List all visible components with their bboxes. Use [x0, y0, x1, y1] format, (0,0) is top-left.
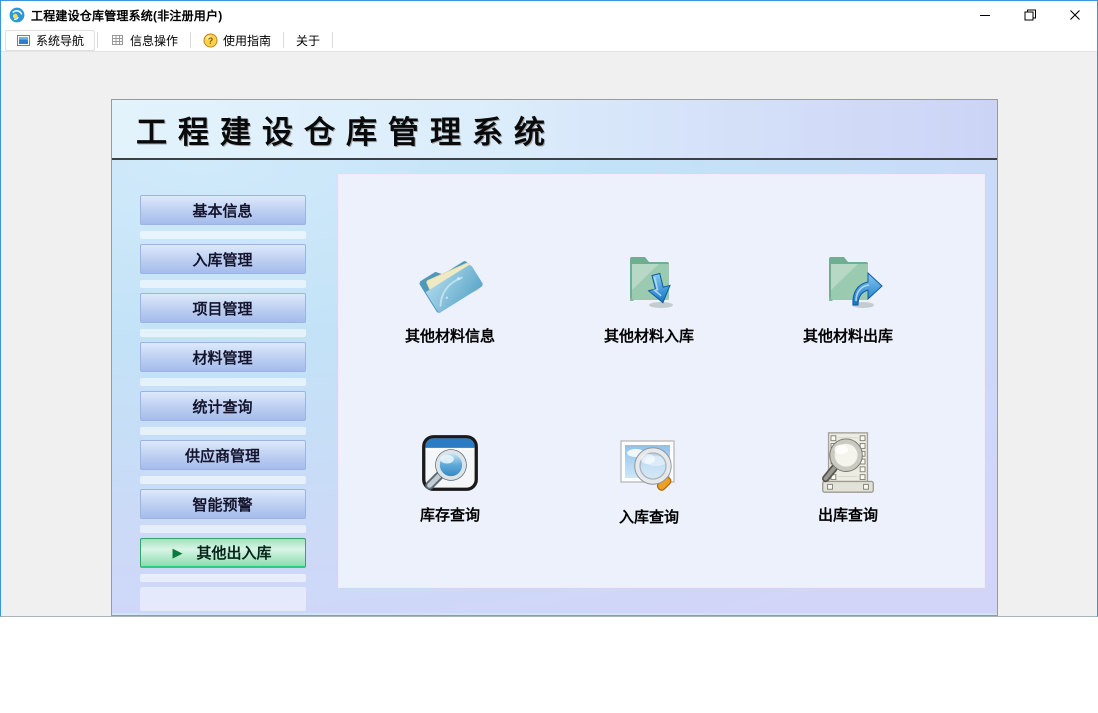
sidebar-divider-strip — [139, 329, 306, 337]
svg-text:?: ? — [208, 36, 214, 46]
sidebar-divider-strip — [139, 231, 306, 239]
sidebar: 基本信息 入库管理 项目管理 材料管理 统计查询 供应商管理 智能预警 ▶ 其他… — [112, 160, 333, 613]
page-title: 工程建设仓库管理系统 — [136, 114, 556, 150]
shortcut-inbound-query[interactable]: 入库查询 — [564, 428, 734, 611]
sidebar-item-other-inout[interactable]: ▶ 其他出入库 — [139, 538, 306, 568]
sidebar-item-label: 入库管理 — [192, 251, 253, 269]
panel-body: 基本信息 入库管理 项目管理 材料管理 统计查询 供应商管理 智能预警 ▶ 其他… — [112, 160, 997, 613]
app-window: 工程建设仓库管理系统(非注册用户) 系统导航 信息操作 ? 使用指南 关于 工程… — [0, 0, 1098, 617]
sidebar-item-inbound-mgmt[interactable]: 入库管理 — [139, 244, 306, 274]
sidebar-item-label: 其他出入库 — [196, 545, 272, 562]
help-icon: ? — [203, 33, 218, 47]
sidebar-divider-strip — [139, 525, 306, 533]
menu-separator — [283, 32, 285, 48]
menu-item-info-ops[interactable]: 信息操作 — [100, 30, 188, 51]
sidebar-item-label: 基本信息 — [192, 202, 253, 220]
sidebar-item-label: 统计查询 — [192, 398, 253, 416]
sidebar-item-material-mgmt[interactable]: 材料管理 — [139, 342, 306, 372]
shortcut-label: 出库查询 — [817, 507, 878, 524]
grid-icon — [112, 34, 124, 45]
menu-separator — [332, 32, 334, 48]
sidebar-divider-strip — [139, 427, 306, 435]
shortcut-label: 其他材料出库 — [802, 328, 893, 345]
shortcut-label: 其他材料入库 — [603, 328, 694, 345]
menu-item-label: 使用指南 — [223, 33, 272, 48]
sidebar-divider-strip — [139, 476, 306, 484]
shortcut-inventory-query[interactable]: 库存查询 — [365, 428, 535, 611]
sidebar-item-project-mgmt[interactable]: 项目管理 — [139, 293, 306, 323]
sidebar-item-label: 供应商管理 — [184, 447, 260, 465]
menu-item-label: 信息操作 — [130, 33, 179, 48]
sidebar-divider-strip — [139, 378, 306, 386]
shortcut-outbound-query[interactable]: 出库查询 — [763, 428, 933, 611]
app-logo-icon — [9, 7, 25, 23]
sidebar-item-supplier-mgmt[interactable]: 供应商管理 — [139, 440, 306, 470]
window-title: 工程建设仓库管理系统(非注册用户) — [31, 8, 223, 23]
photo-magnifier-icon — [620, 440, 675, 491]
sidebar-item-label: 项目管理 — [192, 300, 253, 318]
shortcut-label: 库存查询 — [419, 507, 480, 524]
active-arrow-icon: ▶ — [172, 545, 183, 560]
shortcut-other-material-info[interactable]: 其他材料信息 — [365, 245, 535, 428]
close-icon — [1069, 10, 1080, 20]
shortcut-label: 入库查询 — [618, 509, 679, 526]
content-area: 其他材料信息 其他材料入库 其他材料出库 库存查询 入库查询 出库查询 — [333, 160, 997, 613]
folder-arrow-down-icon — [630, 257, 673, 308]
menu-item-label: 关于 — [296, 33, 321, 48]
shortcut-label: 其他材料信息 — [404, 328, 495, 345]
sidebar-item-basic-info[interactable]: 基本信息 — [139, 195, 306, 225]
titlebar: 工程建设仓库管理系统(非注册用户) — [1, 1, 1097, 29]
sidebar-empty-slot — [139, 587, 306, 611]
menu-item-guide[interactable]: ? 使用指南 — [193, 30, 281, 51]
minimize-button[interactable] — [962, 1, 1007, 29]
sidebar-divider-strip — [139, 280, 306, 288]
film-magnifier-icon — [821, 432, 874, 493]
sidebar-item-smart-alert[interactable]: 智能预警 — [139, 489, 306, 519]
minimize-icon — [979, 15, 990, 16]
folder-arrow-up-icon — [829, 257, 883, 308]
restore-icon — [1024, 9, 1036, 21]
sidebar-divider-strip — [139, 574, 306, 582]
menubar: 系统导航 信息操作 ? 使用指南 关于 — [1, 29, 1097, 52]
menu-separator — [190, 32, 192, 48]
shortcut-other-material-inbound[interactable]: 其他材料入库 — [564, 245, 734, 428]
nav-square-icon — [17, 34, 30, 46]
sidebar-item-label: 材料管理 — [192, 349, 253, 367]
shortcut-panel: 其他材料信息 其他材料入库 其他材料出库 库存查询 入库查询 出库查询 — [338, 174, 985, 588]
restore-button[interactable] — [1007, 1, 1052, 29]
shortcut-other-material-outbound[interactable]: 其他材料出库 — [763, 245, 933, 428]
main-panel: 工程建设仓库管理系统 基本信息 入库管理 项目管理 材料管理 统计查询 供应商管… — [111, 99, 998, 616]
banner: 工程建设仓库管理系统 — [112, 100, 997, 160]
sidebar-item-label: 智能预警 — [192, 496, 253, 514]
sidebar-item-stats-query[interactable]: 统计查询 — [139, 391, 306, 421]
menu-item-system-nav[interactable]: 系统导航 — [5, 29, 96, 51]
menu-separator — [97, 32, 99, 48]
desktop: 工程建设仓库管理系统(非注册用户) 系统导航 信息操作 ? 使用指南 关于 工程… — [0, 0, 1098, 713]
menu-item-label: 系统导航 — [36, 33, 85, 48]
window-magnifier-icon — [422, 435, 478, 491]
folder-open-icon — [419, 261, 483, 313]
menu-item-about[interactable]: 关于 — [286, 30, 330, 51]
close-button[interactable] — [1052, 1, 1097, 29]
